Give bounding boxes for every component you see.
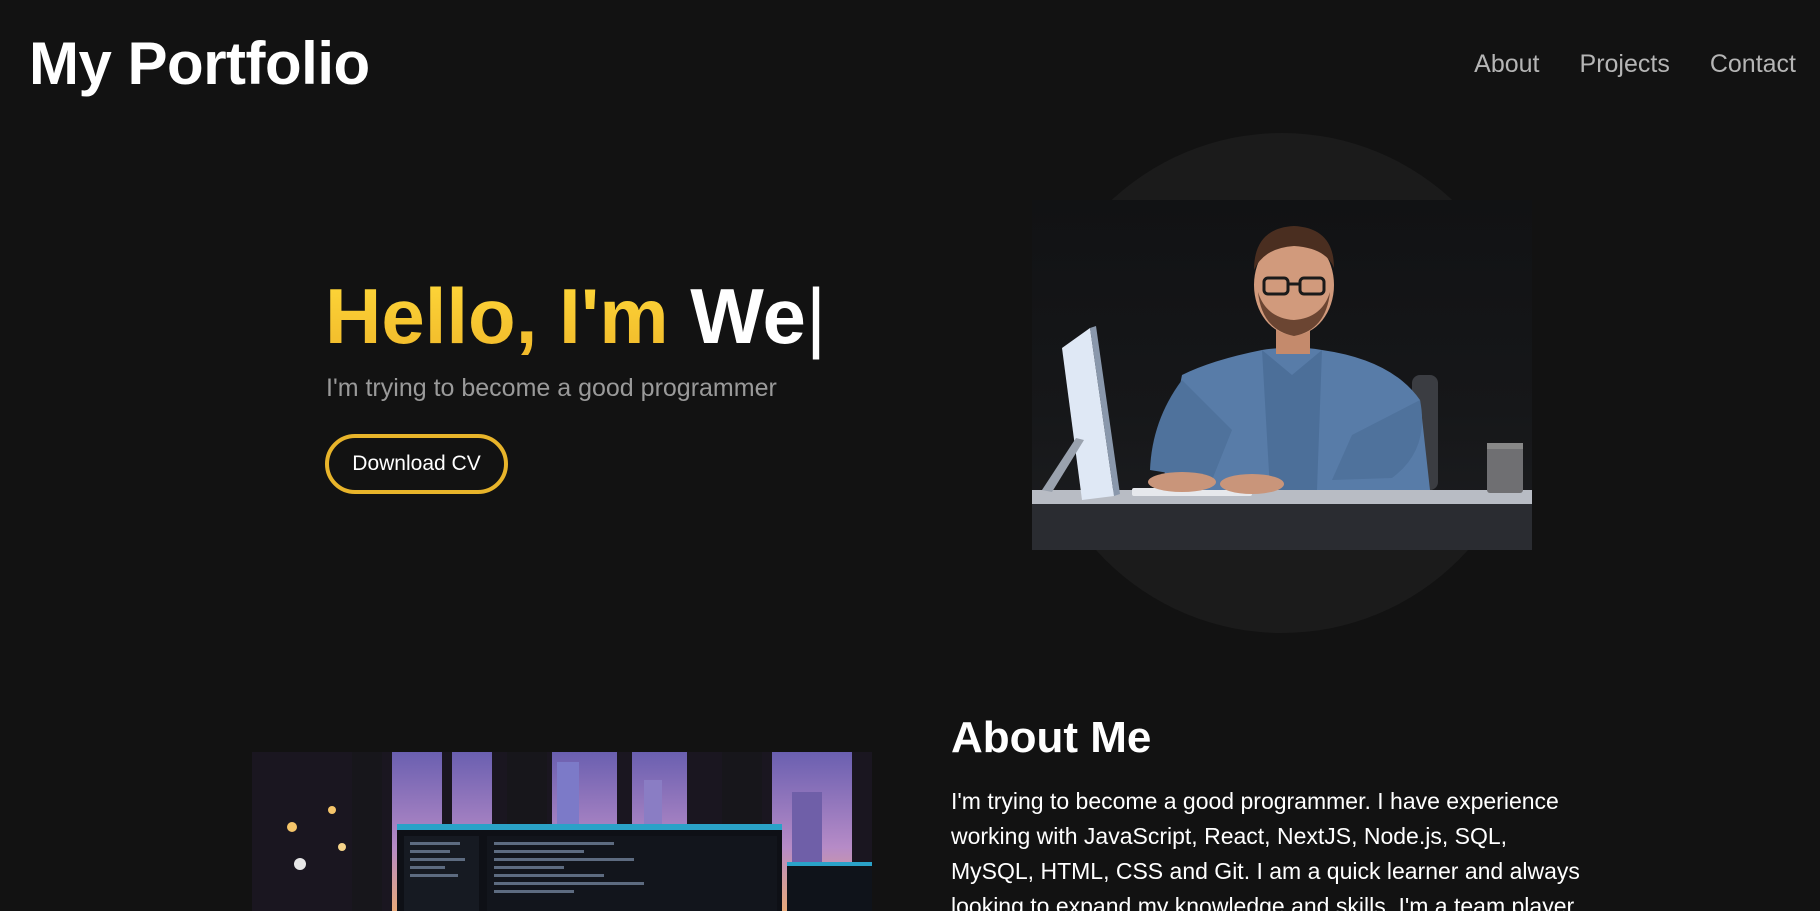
download-cv-button[interactable]: Download CV <box>325 434 508 494</box>
nav-projects-link[interactable]: Projects <box>1580 48 1670 80</box>
programmer-illustration <box>1032 226 1532 550</box>
about-image-workspace <box>252 752 872 911</box>
site-logo[interactable]: My Portfolio <box>29 28 370 100</box>
hero-photo-programmer <box>1032 200 1532 550</box>
hero-greeting: Hello, I'm <box>325 272 691 360</box>
workspace-illustration <box>252 752 872 911</box>
about-title: About Me <box>951 713 1152 762</box>
hero-subtitle: I'm trying to become a good programmer <box>326 374 777 402</box>
nav-about-link[interactable]: About <box>1474 48 1539 80</box>
hero-title: Hello, I'm We| <box>325 270 826 362</box>
typing-cursor: | <box>805 272 827 360</box>
hero-typed-name: We <box>690 272 806 360</box>
main-nav: About Projects Contact <box>1474 48 1796 80</box>
about-text: I'm trying to become a good programmer. … <box>951 788 1580 911</box>
nav-contact-link[interactable]: Contact <box>1710 48 1796 80</box>
site-header: My Portfolio About Projects Contact <box>0 0 1820 130</box>
